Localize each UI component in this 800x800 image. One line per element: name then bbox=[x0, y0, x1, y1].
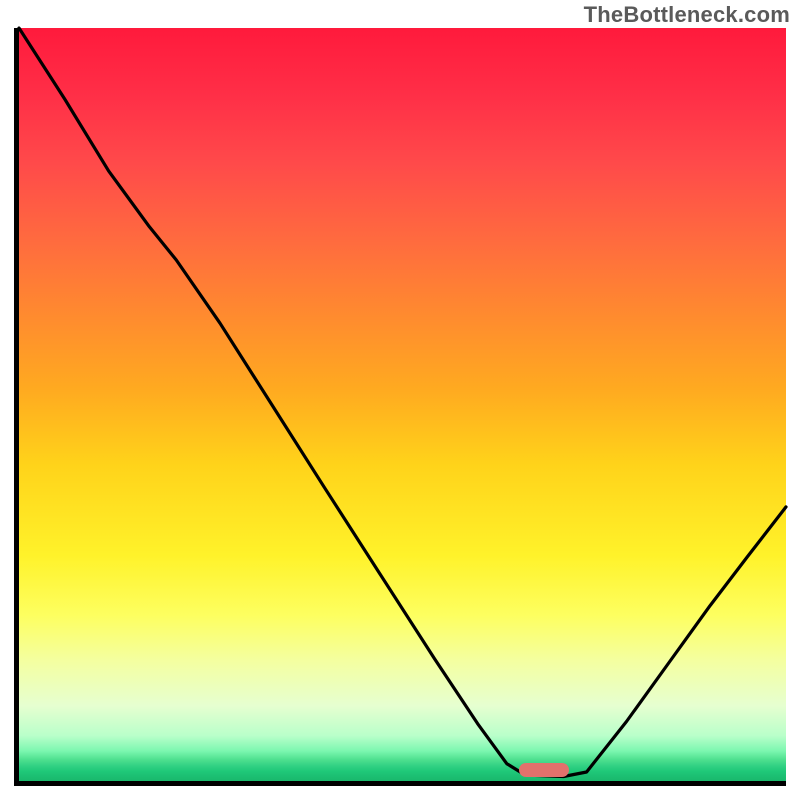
x-axis-line bbox=[14, 781, 786, 786]
optimum-marker bbox=[519, 763, 569, 777]
watermark-text: TheBottleneck.com bbox=[584, 2, 790, 28]
bottleneck-curve bbox=[19, 28, 786, 781]
y-axis-line bbox=[14, 28, 19, 786]
